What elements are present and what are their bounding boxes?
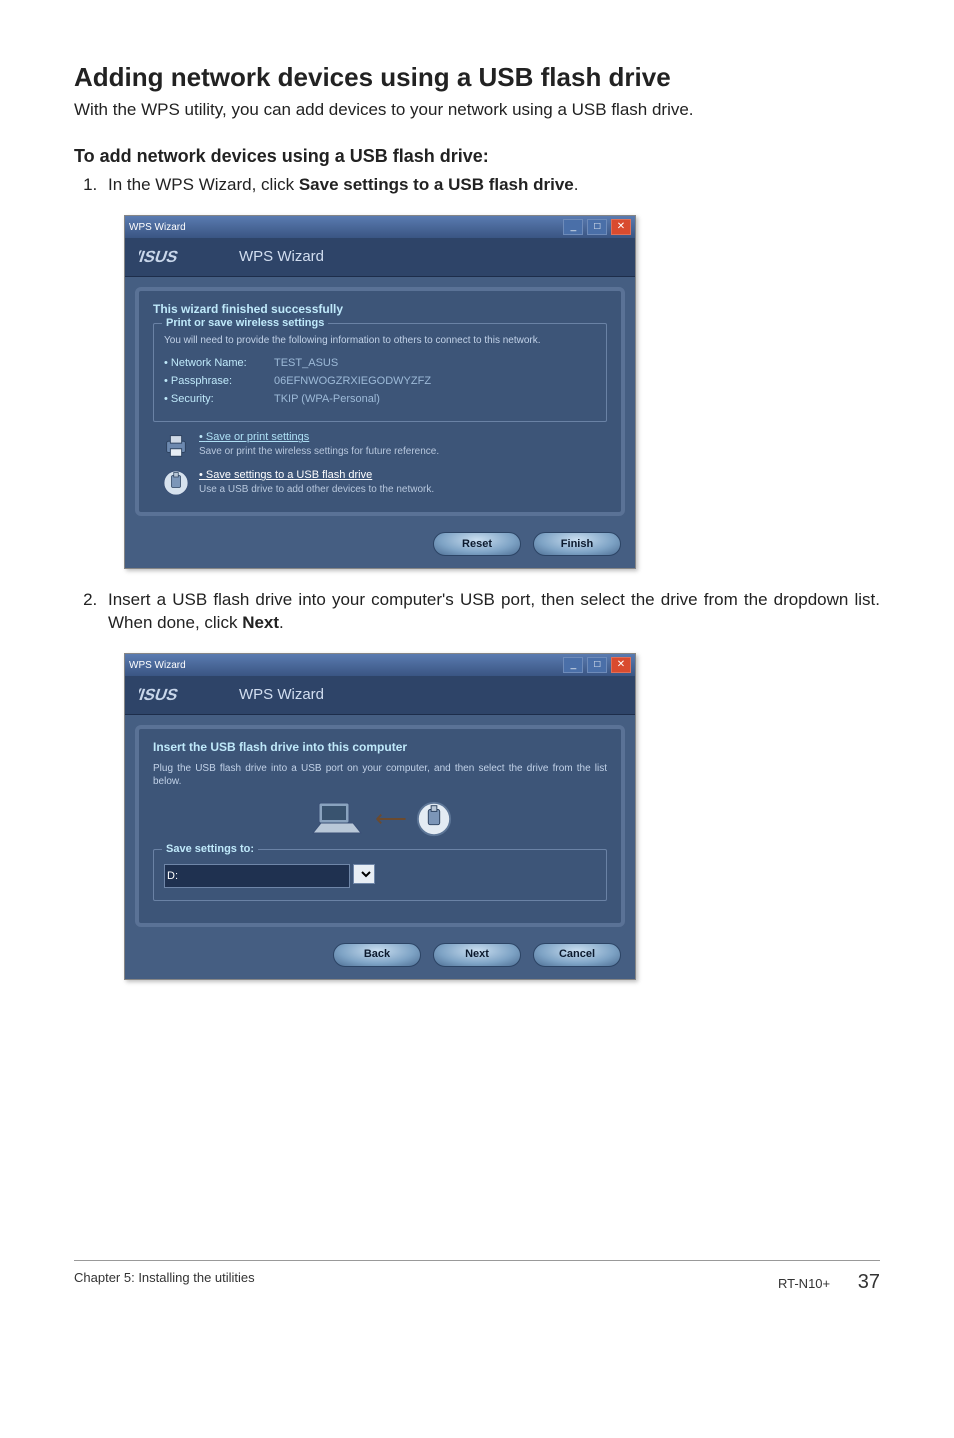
drive-select[interactable] [353, 864, 375, 884]
kv-passphrase-value: 06EFNWOGZRXIEGODWYZFZ [274, 374, 431, 389]
window-controls: _ □ ✕ [562, 219, 631, 235]
panel-title: This wizard finished successfully [153, 301, 607, 317]
minimize-icon[interactable]: _ [563, 657, 583, 673]
panel-title: Insert the USB flash drive into this com… [153, 739, 607, 755]
svg-text:/ISUS: /ISUS [139, 248, 181, 267]
subheading: To add network devices using a USB flash… [74, 144, 880, 168]
back-button[interactable]: Back [333, 943, 421, 967]
page-footer: Chapter 5: Installing the utilities RT-N… [74, 1269, 880, 1296]
close-icon[interactable]: ✕ [611, 219, 631, 235]
footer-model: RT-N10+ [778, 1276, 830, 1291]
usb-drive-icon [159, 468, 193, 498]
save-settings-to-legend: Save settings to: [162, 842, 258, 857]
step-2-pre: Insert a USB flash drive into your compu… [108, 590, 880, 632]
step-2: Insert a USB flash drive into your compu… [102, 589, 880, 979]
maximize-icon[interactable]: □ [587, 219, 607, 235]
option-save-usb-desc: Use a USB drive to add other devices to … [199, 483, 434, 497]
brand-bar: /ISUS WPS Wizard [125, 238, 635, 277]
laptop-icon [307, 799, 367, 839]
kv-network-name-value: TEST_ASUS [274, 356, 338, 371]
close-icon[interactable]: ✕ [611, 657, 631, 673]
kv-security-label: Security: [164, 392, 274, 407]
panel-desc: Plug the USB flash drive into a USB port… [153, 762, 607, 789]
window-controls: _ □ ✕ [562, 657, 631, 673]
step-2-post: . [279, 613, 284, 632]
next-button[interactable]: Next [433, 943, 521, 967]
drive-path-input[interactable] [164, 864, 350, 888]
finish-button[interactable]: Finish [533, 532, 621, 556]
maximize-icon[interactable]: □ [587, 657, 607, 673]
cancel-button[interactable]: Cancel [533, 943, 621, 967]
asus-logo-icon: /ISUS [139, 246, 227, 268]
screenshot-1: WPS Wizard _ □ ✕ /ISUS WPS Wizard This w… [124, 215, 636, 569]
step-1: In the WPS Wizard, click Save settings t… [102, 174, 880, 569]
window-title: WPS Wizard [129, 659, 186, 673]
step-1-bold: Save settings to a USB flash drive [299, 175, 574, 194]
wizard-brand-text: WPS Wizard [239, 247, 324, 267]
window-titlebar: WPS Wizard _ □ ✕ [125, 654, 635, 676]
step-1-pre: In the WPS Wizard, click [108, 175, 299, 194]
brand-bar: /ISUS WPS Wizard [125, 676, 635, 715]
insert-usb-illustration: ⟵ [153, 799, 607, 839]
step-1-post: . [574, 175, 579, 194]
fieldset-note: You will need to provide the following i… [164, 334, 596, 348]
kv-passphrase-label: Passphrase: [164, 374, 274, 389]
step-2-bold: Next [242, 613, 279, 632]
minimize-icon[interactable]: _ [563, 219, 583, 235]
option-save-print[interactable]: • Save or print settings Save or print t… [159, 430, 607, 460]
window-title: WPS Wizard [129, 221, 186, 235]
usb-circle-icon [415, 800, 453, 838]
wizard-brand-text: WPS Wizard [239, 685, 324, 705]
option-save-print-title: • Save or print settings [199, 430, 439, 445]
option-save-usb[interactable]: • Save settings to a USB flash drive Use… [159, 468, 607, 498]
footer-divider [74, 1260, 880, 1261]
page-heading: Adding network devices using a USB flash… [74, 60, 880, 95]
svg-text:/ISUS: /ISUS [139, 686, 181, 705]
arrow-left-icon: ⟵ [375, 804, 407, 834]
reset-button[interactable]: Reset [433, 532, 521, 556]
asus-logo-icon: /ISUS [139, 684, 227, 706]
kv-network-name-label: Network Name: [164, 356, 274, 371]
screenshot-2: WPS Wizard _ □ ✕ /ISUS WPS Wizard Insert… [124, 653, 636, 979]
footer-page-number: 37 [858, 1271, 880, 1293]
footer-left: Chapter 5: Installing the utilities [74, 1269, 255, 1296]
option-save-print-desc: Save or print the wireless settings for … [199, 445, 439, 459]
printer-icon [159, 430, 193, 460]
option-save-usb-title: • Save settings to a USB flash drive [199, 468, 434, 483]
kv-security-value: TKIP (WPA-Personal) [274, 392, 380, 407]
window-titlebar: WPS Wizard _ □ ✕ [125, 216, 635, 238]
fieldset-legend: Print or save wireless settings [162, 316, 328, 331]
intro-text: With the WPS utility, you can add device… [74, 99, 880, 122]
